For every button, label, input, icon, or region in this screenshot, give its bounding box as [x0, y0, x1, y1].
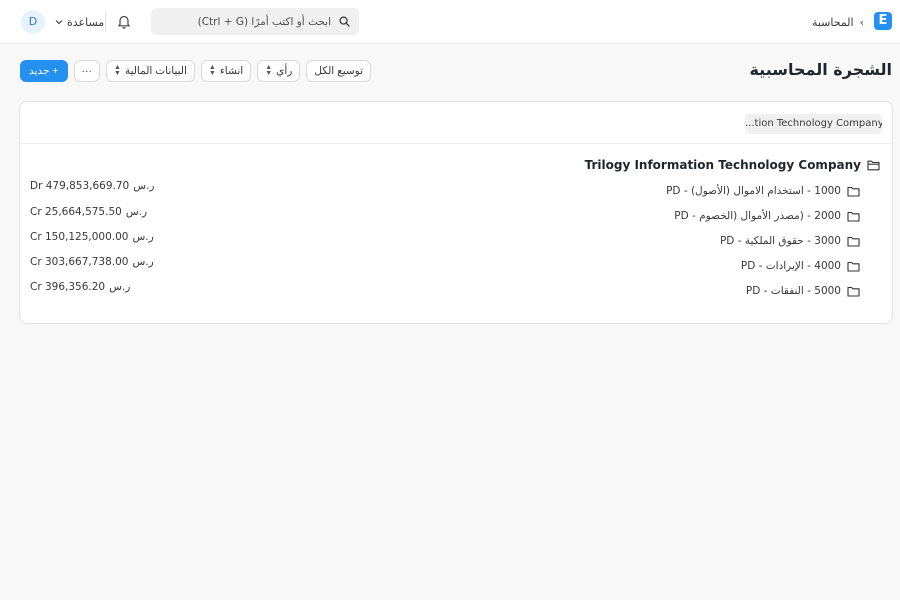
- page-title: الشجرة المحاسبية: [749, 60, 892, 79]
- search-icon: [337, 15, 351, 29]
- tree-node-label: 1000 - استخدام الاموال (الأصول) - PD: [666, 185, 841, 197]
- app-logo[interactable]: E: [874, 12, 892, 30]
- breadcrumb-accounting[interactable]: المحاسبة: [812, 16, 854, 29]
- balance-amount: Cr 150,125,000.00: [30, 231, 129, 243]
- expand-all-button[interactable]: توسيع الكل: [306, 60, 372, 82]
- tree-node-label: 5000 - النفقات - PD: [745, 285, 841, 297]
- financial-statements-button[interactable]: ▲ ▼ البيانات المالية: [106, 60, 195, 82]
- sort-updown-icon: ▲ ▼: [208, 64, 216, 77]
- breadcrumb: › المحاسبة: [812, 14, 864, 30]
- avatar[interactable]: D: [21, 10, 45, 34]
- folder-icon: [847, 186, 860, 197]
- account-balance: Cr 396,356.20 ر.س: [30, 281, 130, 297]
- search-bar[interactable]: ابحث أو اكتب أمرًا (Ctrl + G): [151, 8, 359, 35]
- account-balance: Dr 479,853,669.70 ر.س: [30, 180, 154, 196]
- help-dropdown[interactable]: مساعدة: [55, 14, 104, 30]
- balance-amount: Cr 303,667,738.00: [30, 256, 129, 268]
- tree-node-liabilities[interactable]: 2000 - (مصدر الأموال (الخصوم - PD: [674, 208, 860, 224]
- folder-icon: [847, 261, 860, 272]
- sort-updown-icon: ▲ ▼: [265, 64, 273, 77]
- balance-currency: ر.س: [125, 206, 148, 218]
- tree-node-assets[interactable]: 1000 - استخدام الاموال (الأصول) - PD: [666, 183, 860, 199]
- tree-node-label: 2000 - (مصدر الأموال (الخصوم - PD: [674, 210, 841, 222]
- balance-amount: Cr 25,664,575.50: [30, 206, 122, 218]
- tree-node-label: 3000 - حقوق الملكية - PD: [719, 235, 841, 247]
- bell-icon[interactable]: [116, 13, 132, 29]
- folder-icon: [847, 211, 860, 222]
- navbar-divider: [105, 12, 106, 32]
- tree-node-income[interactable]: 4000 - الإيرادات - PD: [741, 258, 860, 274]
- account-balance: Cr 25,664,575.50 ر.س: [30, 206, 147, 222]
- account-balance: Cr 150,125,000.00 ر.س: [30, 231, 154, 247]
- tree-root-label: Trilogy Information Technology Company: [584, 158, 861, 172]
- navbar: E › المحاسبة ابحث أو اكتب أمرًا (Ctrl + …: [0, 0, 900, 44]
- account-balance: Cr 303,667,738.00 ر.س: [30, 256, 154, 272]
- balance-amount: Dr 479,853,669.70: [30, 180, 130, 192]
- folder-open-icon: [867, 159, 880, 171]
- chevron-down-icon: [55, 19, 63, 25]
- toolbar: + جديد ··· ▲ ▼ البيانات المالية ▲ ▼ انشاء …: [20, 60, 372, 82]
- breadcrumb-separator: ›: [859, 15, 864, 29]
- balance-currency: ر.س: [133, 180, 155, 192]
- chart-of-accounts-card: ...tion Technology Company Trilogy Infor…: [19, 101, 893, 324]
- view-button[interactable]: ▲ ▼ رأي: [257, 60, 301, 82]
- balance-amount: Cr 396,356.20: [30, 281, 106, 293]
- tree-node-equity[interactable]: 3000 - حقوق الملكية - PD: [720, 233, 860, 249]
- help-label: مساعدة: [67, 15, 105, 29]
- tree-node-expenses[interactable]: 5000 - النفقات - PD: [746, 283, 860, 299]
- company-filter[interactable]: ...tion Technology Company: [745, 114, 882, 134]
- new-button[interactable]: + جديد: [20, 60, 68, 82]
- more-button[interactable]: ···: [73, 60, 100, 82]
- folder-icon: [847, 286, 860, 297]
- balance-currency: ر.س: [132, 256, 154, 268]
- tree-root[interactable]: Trilogy Information Technology Company: [585, 156, 880, 174]
- card-divider: [20, 143, 892, 144]
- folder-icon: [847, 236, 860, 247]
- search-placeholder: ابحث أو اكتب أمرًا (Ctrl + G): [197, 15, 331, 28]
- balance-currency: ر.س: [132, 231, 154, 243]
- more-icon: ···: [81, 65, 93, 77]
- create-button[interactable]: ▲ ▼ انشاء: [200, 60, 252, 82]
- sort-updown-icon: ▲ ▼: [114, 64, 121, 77]
- balance-currency: ر.س: [109, 281, 131, 293]
- tree-node-label: 4000 - الإيرادات - PD: [740, 260, 841, 272]
